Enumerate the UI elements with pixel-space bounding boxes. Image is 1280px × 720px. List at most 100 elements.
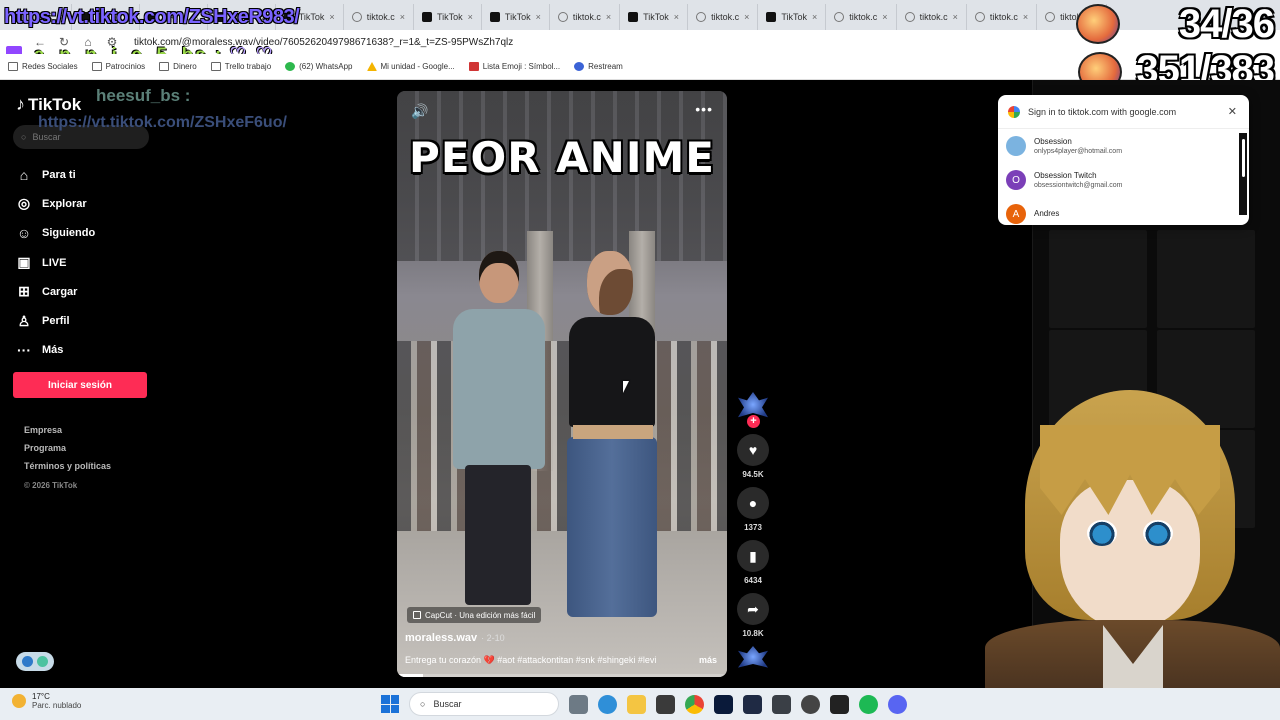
save-action[interactable]: ▮ 6434 [736, 540, 770, 585]
browser-tab[interactable]: TikTok × [620, 4, 689, 30]
bookmark-item[interactable]: Dinero [159, 62, 197, 71]
account-avatar: O [1006, 170, 1026, 190]
bookmark-item[interactable]: (62) WhatsApp [285, 62, 353, 71]
app-icon[interactable] [801, 694, 820, 714]
login-button[interactable]: Iniciar sesión [13, 372, 147, 398]
browser-tab[interactable]: tiktok.c × [344, 4, 414, 30]
browser-tab[interactable]: TikTok × [482, 4, 550, 30]
music-disc-icon[interactable] [738, 646, 768, 668]
account-name: Andres [1034, 208, 1060, 218]
vtuber-app-icon[interactable] [830, 694, 849, 714]
close-tab-icon[interactable]: × [468, 12, 473, 22]
following-icon: ☺ [16, 225, 32, 242]
close-tab-icon[interactable]: × [882, 12, 887, 22]
obs-icon[interactable] [772, 694, 791, 714]
video-progress-bar[interactable] [397, 674, 727, 677]
close-tab-icon[interactable]: × [953, 12, 958, 22]
author-avatar[interactable]: + [736, 392, 770, 428]
spotify-icon[interactable] [859, 694, 878, 714]
comment-action[interactable]: ● 1373 [736, 487, 770, 532]
ext-icon [37, 656, 48, 667]
browser-tab[interactable]: TikTok × [414, 4, 482, 30]
volume-icon[interactable]: 🔊 [411, 103, 428, 120]
close-tab-icon[interactable]: × [744, 12, 749, 22]
weather-widget[interactable]: 17°C Parc. nublado [12, 692, 81, 710]
nav-item-explorar[interactable]: ◎ Explorar [16, 189, 95, 218]
account-avatar [1006, 136, 1026, 156]
tiktok-icon [766, 12, 777, 22]
taskbar-search[interactable]: ○ Buscar [409, 692, 559, 716]
close-tab-icon[interactable]: × [606, 12, 611, 22]
file-explorer-icon[interactable] [627, 694, 646, 714]
globe-icon [834, 12, 845, 22]
close-icon[interactable]: ✕ [1228, 105, 1237, 118]
bookmark-item[interactable]: Redes Sociales [8, 62, 78, 71]
heart-icon[interactable]: ♥ [737, 434, 769, 466]
video-player[interactable]: PEOR ANIME 🔊 ••• CapCut · Una edición má… [397, 91, 727, 677]
bookmark-item[interactable]: Patrocinios [91, 62, 145, 71]
extension-toggle[interactable] [16, 652, 54, 671]
bookmark-label: Dinero [173, 62, 197, 71]
browser-tab[interactable]: tiktok.c × [897, 4, 967, 30]
close-tab-icon[interactable]: × [674, 12, 679, 22]
nav-item-live[interactable]: ▣ LIVE [16, 248, 95, 277]
store-icon[interactable] [656, 694, 675, 714]
windows-start-icon[interactable] [381, 695, 399, 713]
vegas-icon[interactable] [743, 694, 762, 714]
folder-icon [8, 62, 18, 71]
browser-tab[interactable]: tiktok.c × [550, 4, 621, 30]
bookmark-item[interactable]: Lista Emoji : Símbol... [468, 62, 560, 71]
popup-scrollbar[interactable] [1239, 133, 1247, 215]
bookmark-icon[interactable]: ▮ [737, 540, 769, 572]
google-account-item[interactable]: O Obsession Twitch obsessiontwitch@gmail.c… [998, 163, 1249, 197]
nav-item-más[interactable]: ··· Más [16, 336, 95, 365]
footer-link-programa[interactable]: Programa [24, 443, 111, 461]
tiktok-icon [421, 12, 432, 22]
counter-top: 34/36 [1178, 2, 1275, 46]
google-account-item[interactable]: A Andres [998, 197, 1249, 225]
google-account-item[interactable]: Obsession onlyps4player@hotmail.com [998, 129, 1249, 163]
close-tab-icon[interactable]: × [536, 12, 541, 22]
browser-tab[interactable]: tiktok.c × [967, 4, 1038, 30]
bookmark-item[interactable]: Trello trabajo [210, 62, 271, 71]
bookmark-label: Mi unidad - Google... [380, 62, 455, 71]
taskbar-search-label: Buscar [433, 699, 462, 709]
comment-icon[interactable]: ● [737, 487, 769, 519]
weather-text: Parc. nublado [32, 701, 82, 710]
nav-item-para-ti[interactable]: ⌂ Para ti [16, 160, 95, 189]
close-tab-icon[interactable]: × [1023, 12, 1028, 22]
drive-icon [366, 62, 377, 71]
settings-icon[interactable] [598, 694, 617, 714]
follow-plus-icon[interactable]: + [747, 415, 760, 428]
globe-icon [1045, 12, 1056, 22]
video-author[interactable]: moraless.wav · 2-10 [405, 632, 505, 644]
like-action[interactable]: ♥ 94.5K [736, 434, 770, 479]
video-thumbnail[interactable] [1157, 230, 1255, 328]
ext-icon [22, 656, 33, 667]
more-options-icon[interactable]: ••• [695, 101, 713, 117]
capcut-badge[interactable]: CapCut · Una edición más fácil [407, 607, 542, 623]
tiktok-logo[interactable]: ♪ TikTok [16, 94, 81, 115]
footer-link-terminos[interactable]: Términos y políticas [24, 461, 111, 479]
share-action[interactable]: ➦ 10.8K [736, 593, 770, 638]
browser-tab[interactable]: tiktok.c × [826, 4, 897, 30]
discord-icon[interactable] [888, 694, 907, 714]
browser-tab[interactable]: TikTok × [758, 4, 827, 30]
video-thumbnail[interactable] [1049, 230, 1147, 328]
bookmark-item[interactable]: Restream [574, 62, 623, 71]
footer-link-empresa[interactable]: Empresa [24, 425, 111, 443]
bookmark-item[interactable]: Mi unidad - Google... [366, 62, 455, 71]
close-tab-icon[interactable]: × [329, 12, 334, 22]
close-tab-icon[interactable]: × [812, 12, 817, 22]
account-name: Obsession [1034, 137, 1072, 146]
browser-tab[interactable]: tiktok.c × [688, 4, 759, 30]
nav-item-cargar[interactable]: ⊞ Cargar [16, 277, 95, 306]
photoshop-icon[interactable] [714, 694, 733, 714]
nav-item-perfil[interactable]: ♙ Perfil [16, 306, 95, 335]
share-icon[interactable]: ➦ [737, 593, 769, 625]
task-view-icon[interactable] [569, 694, 588, 714]
close-tab-icon[interactable]: × [400, 12, 405, 22]
chrome-icon[interactable] [685, 694, 704, 714]
caption-more-link[interactable]: más [699, 655, 717, 666]
nav-item-siguiendo[interactable]: ☺ Siguiendo [16, 219, 95, 248]
